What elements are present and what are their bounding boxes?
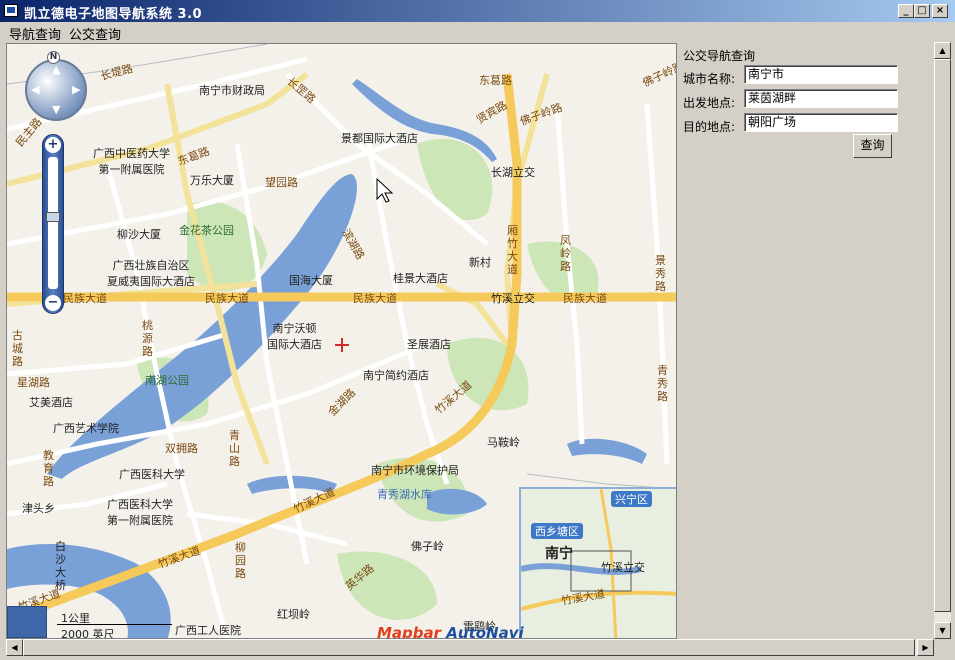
city-label: 南宁: [545, 546, 573, 562]
place-label: 津头乡: [22, 502, 55, 515]
overview-toggle-button[interactable]: [7, 606, 47, 638]
place-label: 柳沙大厦: [117, 228, 161, 241]
road-label: 望园路: [265, 176, 298, 189]
place-label: 南宁简约酒店: [363, 369, 429, 382]
road-label: 东葛路: [479, 74, 512, 87]
place-label: 国海大厦: [289, 274, 333, 287]
place-label: 红坝岭: [277, 608, 310, 621]
app-window: 凯立德电子地图导航系统 3.0 _ □ × 导航查询 公交查询 长堤路 南宁市财…: [0, 0, 955, 660]
mapbar-logo: Mapbar: [377, 624, 442, 639]
road-label: 民族大道: [63, 292, 107, 305]
place-label: 圣展酒店: [407, 338, 451, 351]
scale-ft-label: 2000 英尺: [61, 628, 115, 639]
city-label: 城市名称:: [683, 72, 736, 86]
district-label: 兴宁区: [611, 491, 652, 507]
road-label: 桃源路: [142, 319, 153, 358]
road-label: 青山路: [229, 429, 240, 468]
overview-base: [521, 489, 676, 638]
place-label: 广西医科大学: [119, 468, 185, 481]
park-label: 南湖公园: [145, 374, 189, 387]
place-label: 南宁市财政局: [199, 84, 265, 97]
panel-heading: 公交导航查询: [683, 49, 756, 63]
map-view[interactable]: 长堤路 南宁市财政局 长罡路 东葛路 佛子岭路 贤宾路 佛子岭路 民主路 广西中…: [6, 43, 677, 639]
destination-input[interactable]: 朝阳广场: [744, 113, 898, 132]
district-label: 西乡塘区: [531, 523, 583, 539]
start-input[interactable]: 莱茵湖畔: [744, 89, 898, 108]
close-button[interactable]: ×: [932, 4, 948, 18]
road-label: 民族大道: [205, 292, 249, 305]
road-label: 景秀路: [655, 254, 666, 293]
pan-up-icon[interactable]: ▲: [52, 63, 60, 76]
road-label: 双拥路: [165, 442, 198, 455]
minimize-button[interactable]: _: [898, 4, 914, 18]
map-logo: Mapbar AutoNavi: [377, 624, 524, 639]
road-label: 厢竹大道: [507, 224, 518, 276]
horizontal-scroll-thumb[interactable]: [23, 639, 915, 656]
pan-left-icon[interactable]: ◀: [31, 83, 39, 96]
zoom-out-button[interactable]: −: [45, 295, 61, 311]
vertical-scroll-thumb[interactable]: [934, 59, 951, 612]
horizontal-scrollbar[interactable]: ◀ ▶: [6, 639, 934, 656]
place-label: 竹溪立交: [601, 561, 645, 574]
place-label: 竹溪立交: [491, 292, 535, 305]
scroll-up-button[interactable]: ▲: [934, 42, 951, 59]
destination-label: 目的地点:: [683, 120, 736, 134]
resize-grip[interactable]: [934, 639, 951, 656]
park-label: 金花茶公园: [179, 224, 234, 237]
road-label: 凤岭路: [560, 234, 571, 273]
place-label: 广西工人医院: [175, 624, 241, 637]
north-indicator: N: [47, 51, 60, 64]
scroll-right-button[interactable]: ▶: [917, 639, 934, 656]
vertical-scrollbar[interactable]: ▲ ▼: [934, 42, 951, 639]
road-label: 民族大道: [563, 292, 607, 305]
place-label: 桂景大酒店: [393, 272, 448, 285]
scale-bar: 1公里 2000 英尺: [57, 610, 172, 639]
pan-down-icon[interactable]: ▼: [52, 103, 60, 116]
title-bar[interactable]: 凯立德电子地图导航系统 3.0 _ □ ×: [0, 0, 955, 22]
scale-line: [57, 624, 172, 625]
water-label: 青秀湖水库: [377, 488, 432, 501]
city-input[interactable]: 南宁市: [744, 65, 898, 84]
place-label: 万乐大厦: [190, 174, 234, 187]
road-label: 星湖路: [17, 376, 50, 389]
zoom-track[interactable]: [46, 157, 60, 289]
place-label: 南宁沃顿 国际大酒店: [267, 322, 322, 351]
scroll-left-button[interactable]: ◀: [6, 639, 23, 656]
place-label: 艾美酒店: [29, 396, 73, 409]
pan-right-icon[interactable]: ▶: [72, 83, 80, 96]
place-label: 长湖立交: [491, 166, 535, 179]
bus-query-panel: 公交导航查询 城市名称: 南宁市 出发地点: 莱茵湖畔 目的地点: 朝阳广场 查…: [677, 42, 933, 639]
overview-map[interactable]: 兴宁区 西乡塘区 南宁 竹溪立交 竹溪大道: [519, 487, 676, 638]
zoom-in-button[interactable]: +: [45, 137, 61, 153]
pan-control[interactable]: ▲ ▼ ◀ ▶: [25, 59, 87, 121]
place-label: 广西壮族自治区 夏威夷国际大酒店: [107, 259, 195, 288]
place-label: 新村: [469, 256, 491, 269]
zoom-slider[interactable]: + −: [42, 134, 64, 314]
place-label: 广西医科大学 第一附属医院: [107, 498, 173, 527]
place-label: 佛子岭: [411, 540, 444, 553]
menu-bar: 导航查询 公交查询: [0, 22, 955, 43]
place-label: 南宁市环境保护局: [371, 464, 459, 477]
road-label: 教育路: [43, 449, 54, 488]
road-label: 柳园路: [235, 541, 246, 580]
zoom-thumb[interactable]: [46, 212, 60, 222]
scroll-down-button[interactable]: ▼: [934, 622, 951, 639]
place-label: 景都国际大酒店: [341, 132, 418, 145]
start-label: 出发地点:: [683, 96, 736, 110]
road-label: 民族大道: [353, 292, 397, 305]
autonavi-logo: AutoNavi: [446, 624, 524, 639]
maximize-button[interactable]: □: [914, 4, 930, 18]
query-button[interactable]: 查询: [853, 134, 892, 158]
place-label: 广西艺术学院: [53, 422, 119, 435]
place-label: 广西中医药大学 第一附属医院: [93, 147, 170, 176]
place-label: 白沙大桥: [55, 540, 66, 592]
menu-bus-query[interactable]: 公交查询: [69, 24, 121, 43]
menu-navigation-query[interactable]: 导航查询: [9, 24, 61, 43]
center-marker: [335, 338, 349, 352]
road-label: 青秀路: [657, 364, 668, 403]
road-label: 古城路: [12, 329, 23, 368]
place-label: 马鞍岭: [487, 436, 520, 449]
app-icon: [4, 4, 18, 17]
window-title: 凯立德电子地图导航系统 3.0: [24, 7, 203, 22]
